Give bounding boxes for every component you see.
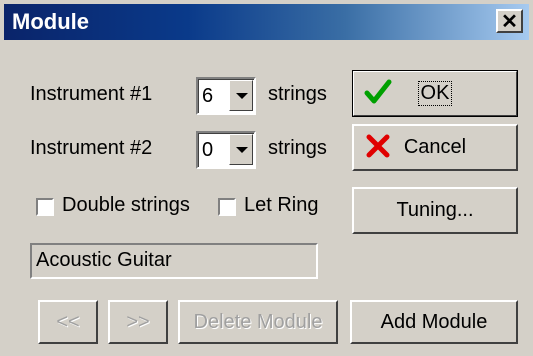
instrument1-strings-label: strings: [268, 83, 327, 105]
module-name-field[interactable]: Acoustic Guitar: [30, 243, 318, 279]
ok-label: OK: [417, 81, 453, 106]
instrument2-label: Instrument #2: [30, 137, 153, 159]
instrument1-strings-value: 6: [202, 85, 214, 107]
cancel-button[interactable]: Cancel: [352, 124, 518, 171]
next-module-button[interactable]: >>: [108, 300, 168, 344]
double-strings-checkbox[interactable]: [36, 198, 54, 216]
title-bar[interactable]: Module ✕: [4, 4, 529, 40]
module-dialog: Module ✕ Instrument #1 6 strings Instrum…: [0, 0, 533, 356]
window-title: Module: [12, 9, 89, 34]
chevron-down-icon[interactable]: [229, 80, 253, 111]
next-label: >>: [126, 310, 150, 333]
instrument1-strings-select[interactable]: 6: [196, 77, 256, 115]
x-icon: [366, 134, 390, 158]
close-icon: ✕: [501, 10, 518, 33]
add-module-button[interactable]: Add Module: [350, 300, 518, 344]
instrument2-strings-select[interactable]: 0: [196, 131, 256, 169]
tuning-button[interactable]: Tuning...: [352, 187, 518, 234]
let-ring-checkbox[interactable]: [218, 198, 236, 216]
chevron-down-icon[interactable]: [229, 134, 253, 165]
cancel-label: Cancel: [403, 136, 467, 158]
module-name-value: Acoustic Guitar: [36, 249, 172, 271]
instrument1-label: Instrument #1: [30, 83, 153, 105]
instrument2-strings-value: 0: [202, 139, 214, 161]
previous-label: <<: [56, 310, 80, 333]
previous-module-button[interactable]: <<: [38, 300, 98, 344]
let-ring-label[interactable]: Let Ring: [244, 194, 319, 217]
add-module-label: Add Module: [380, 310, 488, 333]
delete-module-button[interactable]: Delete Module: [178, 300, 338, 344]
delete-module-label: Delete Module: [193, 310, 323, 333]
checkmark-icon: [364, 79, 392, 104]
ok-button[interactable]: OK: [352, 70, 518, 117]
instrument2-strings-label: strings: [268, 137, 327, 159]
tuning-label: Tuning...: [396, 199, 474, 221]
close-button[interactable]: ✕: [496, 9, 523, 33]
double-strings-label[interactable]: Double strings: [62, 194, 190, 217]
